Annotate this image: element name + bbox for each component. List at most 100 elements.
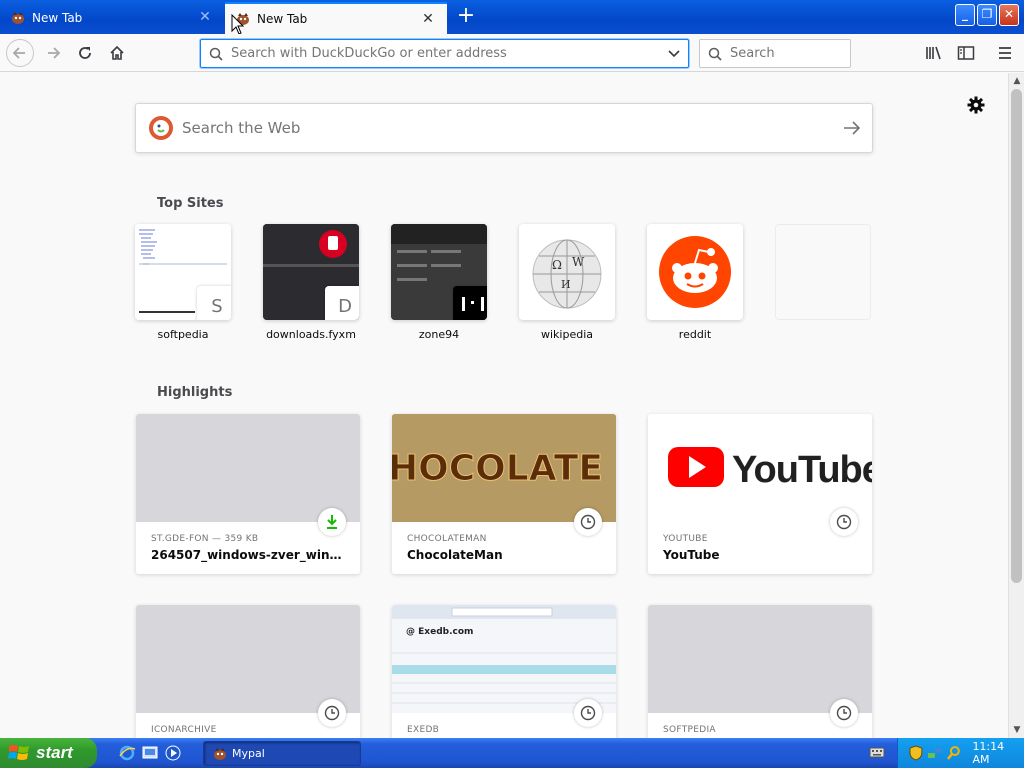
site-label: wikipedia bbox=[540, 328, 593, 341]
keyboard-icon[interactable] bbox=[869, 745, 885, 759]
wikipedia-globe-icon: Ω WИ bbox=[532, 239, 602, 309]
scrollbar-thumb[interactable] bbox=[1011, 89, 1022, 583]
site-thumbnail bbox=[647, 224, 743, 320]
highlight-title: 264507_windows-zver_windows... bbox=[151, 548, 345, 562]
top-site-reddit[interactable]: reddit bbox=[647, 224, 743, 341]
search-icon bbox=[708, 47, 722, 61]
close-tab-icon[interactable]: ✕ bbox=[421, 12, 435, 26]
web-search-input[interactable] bbox=[182, 119, 832, 137]
forward-button[interactable] bbox=[39, 39, 67, 67]
top-sites-heading: Top Sites bbox=[157, 196, 224, 211]
youtube-logo-text: YouTube bbox=[732, 449, 872, 491]
chocolate-logo-text: HOCOLATE bbox=[392, 448, 603, 489]
tab-new-tab-2[interactable]: New Tab ✕ bbox=[225, 2, 447, 34]
top-site-zone94[interactable]: zone94 bbox=[391, 224, 487, 341]
back-arrow-icon bbox=[12, 47, 25, 59]
mouse-pointer-icon bbox=[231, 14, 245, 35]
highlight-image: YouTube bbox=[648, 414, 872, 522]
highlight-card[interactable]: SOFTPEDIA bbox=[648, 605, 872, 738]
security-shield-icon[interactable] bbox=[908, 745, 924, 761]
mypal-icon bbox=[12, 12, 24, 24]
site-thumbnail: ΩWИ bbox=[519, 224, 615, 320]
new-tab-page: Top Sites S softpedia D downloads.fyxm z… bbox=[0, 73, 1008, 738]
url-dropdown-button[interactable] bbox=[660, 49, 688, 58]
highlight-image: @ Exedb.com bbox=[392, 605, 616, 713]
highlight-card[interactable]: HOCOLATE CHOCOLATEMAN ChocolateMan bbox=[392, 414, 616, 574]
media-player-icon[interactable] bbox=[164, 744, 182, 762]
scroll-up-arrow-icon[interactable]: ▲ bbox=[1009, 73, 1024, 89]
tab-strip: New Tab ✕ New Tab ✕ + _ ❐ ✕ bbox=[0, 0, 1024, 34]
system-clock: 11:14 AM bbox=[972, 740, 1005, 766]
close-tab-icon[interactable]: ✕ bbox=[198, 10, 212, 24]
highlight-card[interactable]: ST.GDE-FON — 359 KB 264507_windows-zver_… bbox=[136, 414, 360, 574]
internet-explorer-icon[interactable] bbox=[118, 744, 136, 762]
tab-new-tab-1[interactable]: New Tab ✕ bbox=[0, 2, 224, 34]
system-tray: 11:14 AM bbox=[897, 738, 1024, 768]
taskbar-item-mypal[interactable]: Mypal bbox=[203, 741, 361, 766]
top-site-empty[interactable] bbox=[775, 224, 871, 328]
url-input[interactable] bbox=[231, 46, 660, 61]
library-button[interactable] bbox=[923, 43, 945, 63]
back-button[interactable] bbox=[6, 39, 34, 67]
gear-icon[interactable] bbox=[966, 95, 986, 115]
menu-button[interactable] bbox=[994, 43, 1016, 63]
forward-arrow-icon bbox=[48, 47, 61, 59]
highlight-source: SOFTPEDIA bbox=[663, 725, 716, 735]
vertical-scrollbar[interactable]: ▲ ▼ bbox=[1008, 73, 1024, 738]
hamburger-menu-icon bbox=[999, 47, 1011, 59]
search-input[interactable] bbox=[730, 46, 850, 61]
library-icon bbox=[926, 46, 941, 60]
show-desktop-icon[interactable] bbox=[141, 744, 159, 762]
site-thumbnail bbox=[391, 224, 487, 320]
clock-icon bbox=[318, 699, 346, 727]
top-site-wikipedia[interactable]: ΩWИ wikipedia bbox=[519, 224, 615, 341]
top-site-downloads-fyxm[interactable]: D downloads.fyxm bbox=[263, 224, 359, 341]
close-window-button[interactable]: ✕ bbox=[999, 4, 1019, 26]
search-submit-button[interactable] bbox=[832, 121, 872, 135]
highlight-card[interactable]: ICONARCHIVE bbox=[136, 605, 360, 738]
site-thumbnail: D bbox=[263, 224, 359, 320]
highlight-card[interactable]: YouTube YOUTUBE YouTube bbox=[648, 414, 872, 574]
maximize-button[interactable]: ❐ bbox=[977, 4, 997, 26]
search-icon bbox=[209, 47, 223, 61]
clock-icon bbox=[574, 508, 602, 536]
reload-icon bbox=[79, 47, 91, 59]
highlight-title: YouTube bbox=[663, 548, 720, 562]
search-tray-icon[interactable] bbox=[946, 745, 962, 761]
arrow-right-icon bbox=[844, 121, 861, 135]
home-button[interactable] bbox=[103, 39, 131, 67]
site-thumbnail: S bbox=[135, 224, 231, 320]
clock-icon bbox=[830, 508, 858, 536]
highlight-source: YOUTUBE bbox=[663, 534, 708, 544]
home-icon bbox=[110, 45, 124, 60]
svg-text:Ω: Ω bbox=[552, 258, 562, 272]
search-bar[interactable] bbox=[699, 39, 851, 68]
start-button[interactable]: start bbox=[0, 738, 97, 768]
highlight-card[interactable]: @ Exedb.com EXEDB bbox=[392, 605, 616, 738]
reload-button[interactable] bbox=[71, 39, 99, 67]
highlight-image: HOCOLATE bbox=[392, 414, 616, 522]
site-letter-badge: D bbox=[325, 286, 359, 320]
site-label: reddit bbox=[678, 328, 712, 341]
minimize-button[interactable]: _ bbox=[955, 4, 975, 26]
windows-taskbar: start Mypal 11:14 AM bbox=[0, 738, 1024, 768]
top-site-softpedia[interactable]: S softpedia bbox=[135, 224, 231, 341]
svg-text:W: W bbox=[572, 255, 585, 269]
clock-icon bbox=[830, 699, 858, 727]
exedb-logo-text: @ Exedb.com bbox=[406, 627, 473, 637]
highlight-image bbox=[136, 605, 360, 713]
site-label: softpedia bbox=[157, 328, 209, 341]
highlight-title: ChocolateMan bbox=[407, 548, 503, 562]
network-icon[interactable] bbox=[927, 745, 943, 761]
new-tab-plus-icon[interactable]: + bbox=[452, 4, 480, 30]
windows-logo-icon bbox=[8, 745, 29, 760]
web-search-box[interactable] bbox=[135, 103, 873, 153]
sidebar-button[interactable] bbox=[955, 43, 977, 63]
navigation-toolbar bbox=[0, 34, 1024, 72]
site-label: downloads.fyxm bbox=[266, 328, 356, 341]
site-letter-badge: S bbox=[197, 286, 231, 320]
highlight-source: EXEDB bbox=[407, 725, 440, 735]
address-bar[interactable] bbox=[200, 39, 689, 68]
scroll-down-arrow-icon[interactable]: ▼ bbox=[1009, 722, 1024, 738]
download-icon bbox=[318, 508, 346, 536]
